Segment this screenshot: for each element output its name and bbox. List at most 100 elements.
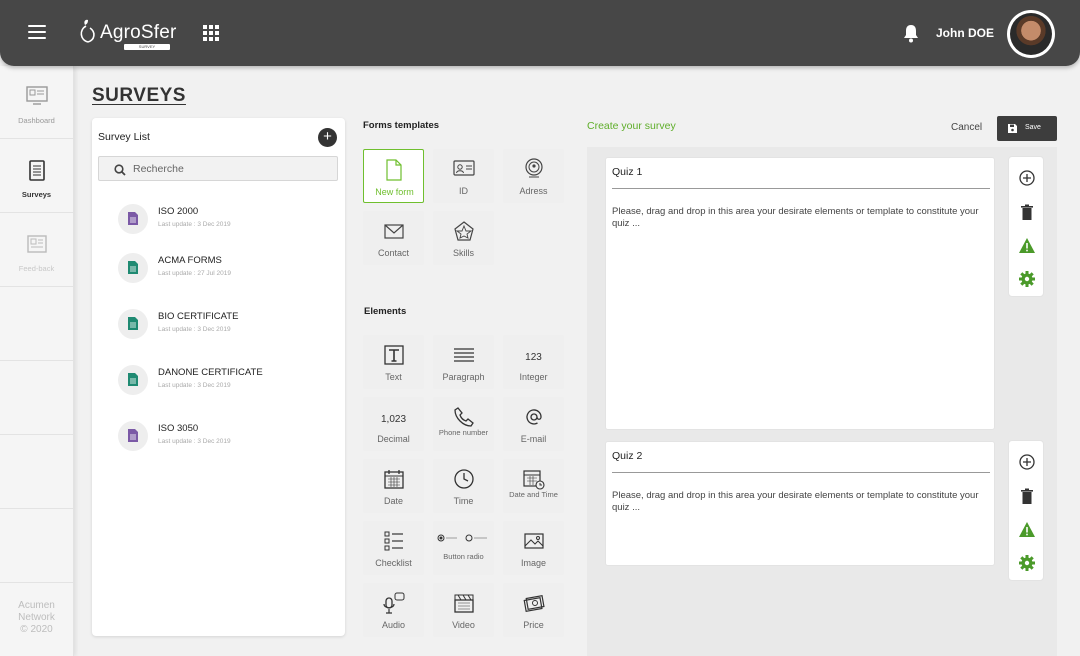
element-label: Video xyxy=(452,620,475,630)
survey-list-item[interactable]: ISO 3050 Last update : 3 Dec 2019 xyxy=(118,420,318,454)
survey-date: Last update : 27 Jul 2019 xyxy=(158,270,232,277)
top-bar: AgroSfer SURVEY John DOE xyxy=(0,0,1080,66)
feedback-icon xyxy=(26,235,47,253)
survey-list-title: Survey List xyxy=(98,131,150,143)
sidebar-item-feedback[interactable]: Feed-back xyxy=(0,214,73,287)
element-label: Paragraph xyxy=(442,372,485,382)
cancel-button[interactable]: Cancel xyxy=(951,122,982,133)
save-button[interactable]: Save xyxy=(997,116,1057,141)
element-audio[interactable]: Audio xyxy=(363,583,424,637)
templates-title: Forms templates xyxy=(363,120,440,131)
survey-name: ACMA FORMS xyxy=(158,255,222,266)
calendar-icon xyxy=(384,470,404,489)
quiz-title[interactable]: Quiz 2 xyxy=(612,450,642,462)
radio-icon xyxy=(437,534,487,542)
bell-icon[interactable] xyxy=(902,23,920,43)
survey-date: Last update : 3 Dec 2019 xyxy=(158,326,231,333)
file-icon xyxy=(386,159,402,181)
avatar[interactable] xyxy=(1007,10,1055,58)
element-text[interactable]: Text xyxy=(363,335,424,389)
quiz-card[interactable]: Quiz 1 Please, drag and drop in this are… xyxy=(605,157,995,430)
image-icon xyxy=(524,533,544,549)
template-label: ID xyxy=(459,186,468,196)
quiz-toolbar xyxy=(1008,156,1044,297)
survey-name: DANONE CERTIFICATE xyxy=(158,367,263,378)
sidebar: Dashboard Surveys Feed-back Acumen Netwo… xyxy=(0,66,74,656)
survey-list-panel: Survey List + ISO 2000 Last update : 3 D… xyxy=(92,118,345,636)
survey-date: Last update : 3 Dec 2019 xyxy=(158,438,231,445)
sidebar-slot xyxy=(0,510,73,583)
sidebar-item-dashboard[interactable]: Dashboard xyxy=(0,66,73,139)
element-label: Price xyxy=(523,620,544,630)
element-date-and-time[interactable]: Date and Time xyxy=(503,459,564,513)
sidebar-item-label: Feed-back xyxy=(18,264,55,273)
survey-list-item[interactable]: ISO 2000 Last update : 3 Dec 2019 xyxy=(118,203,318,237)
text-icon xyxy=(384,345,404,365)
template-id[interactable]: ID xyxy=(433,149,494,203)
document-icon xyxy=(118,421,148,451)
checklist-icon xyxy=(384,531,403,551)
trash-icon[interactable] xyxy=(1018,203,1036,221)
sidebar-item-label: Surveys xyxy=(21,190,52,199)
element-image[interactable]: Image xyxy=(503,521,564,575)
survey-list-item[interactable]: BIO CERTIFICATE Last update : 3 Dec 2019 xyxy=(118,308,318,342)
element-phone-number[interactable]: Phone number xyxy=(433,397,494,451)
element-label: Integer xyxy=(519,372,548,382)
sidebar-item-label: Dashboard xyxy=(18,116,55,125)
add-survey-button[interactable]: + xyxy=(318,128,337,147)
logo[interactable]: AgroSfer SURVEY xyxy=(78,14,176,50)
integer-icon: 123 xyxy=(525,352,542,363)
element-date[interactable]: Date xyxy=(363,459,424,513)
template-new-form[interactable]: New form xyxy=(363,149,424,203)
element-decimal[interactable]: 1,023 Decimal xyxy=(363,397,424,451)
location-icon xyxy=(525,158,543,178)
money-icon xyxy=(523,594,545,612)
element-integer[interactable]: 123 Integer xyxy=(503,335,564,389)
template-contact[interactable]: Contact xyxy=(363,211,424,265)
element-label: Image xyxy=(520,558,546,568)
elements-title: Elements xyxy=(364,306,407,317)
search-input[interactable] xyxy=(133,161,328,177)
element-email[interactable]: E-mail xyxy=(503,397,564,451)
footer-line: Network xyxy=(18,612,55,623)
element-checklist[interactable]: Checklist xyxy=(363,521,424,575)
search-icon xyxy=(114,164,126,176)
apps-grid-icon[interactable] xyxy=(203,25,219,41)
footer-line: © 2020 xyxy=(20,624,53,635)
survey-list-item[interactable]: DANONE CERTIFICATE Last update : 3 Dec 2… xyxy=(118,364,318,398)
save-label: Save xyxy=(1025,124,1041,131)
add-circle-icon[interactable] xyxy=(1018,453,1036,471)
calendar-clock-icon xyxy=(523,470,545,490)
gear-icon[interactable] xyxy=(1018,554,1036,572)
survey-name: ISO 2000 xyxy=(158,206,199,217)
element-paragraph[interactable]: Paragraph xyxy=(433,335,494,389)
create-survey-title: Create your survey xyxy=(587,120,676,132)
template-adress[interactable]: Adress xyxy=(503,149,564,203)
warning-icon[interactable] xyxy=(1018,521,1036,539)
survey-date: Last update : 3 Dec 2019 xyxy=(158,382,231,389)
at-icon xyxy=(526,409,542,425)
microphone-icon xyxy=(383,592,405,614)
menu-icon[interactable] xyxy=(28,25,46,39)
template-label: Contact xyxy=(377,248,410,258)
user-name[interactable]: John DOE xyxy=(936,26,994,40)
element-button-radio[interactable]: Button radio xyxy=(433,521,494,575)
clapper-icon xyxy=(454,594,474,613)
element-label: Button radio xyxy=(443,552,484,561)
gear-icon[interactable] xyxy=(1018,270,1036,288)
element-video[interactable]: Video xyxy=(433,583,494,637)
warning-icon[interactable] xyxy=(1018,237,1036,255)
element-price[interactable]: Price xyxy=(503,583,564,637)
sidebar-item-surveys[interactable]: Surveys xyxy=(0,140,73,213)
quiz-card[interactable]: Quiz 2 Please, drag and drop in this are… xyxy=(605,441,995,566)
element-label: Checklist xyxy=(375,558,412,568)
element-time[interactable]: Time xyxy=(433,459,494,513)
survey-list-item[interactable]: ACMA FORMS Last update : 27 Jul 2019 xyxy=(118,252,318,286)
brand-sub: SURVEY xyxy=(124,44,170,50)
template-skills[interactable]: Skills xyxy=(433,211,494,265)
sidebar-slot xyxy=(0,288,73,361)
quiz-title[interactable]: Quiz 1 xyxy=(612,166,642,178)
document-icon xyxy=(118,253,148,283)
trash-icon[interactable] xyxy=(1018,487,1036,505)
add-circle-icon[interactable] xyxy=(1018,169,1036,187)
